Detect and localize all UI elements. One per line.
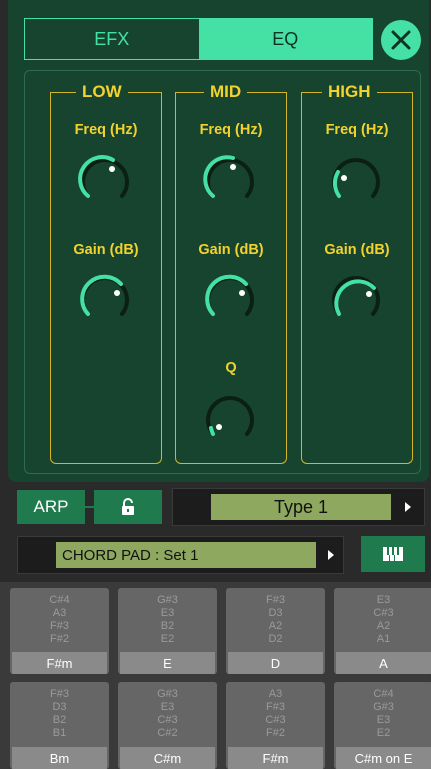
type-value: Type 1 [211,494,391,520]
pad-chord-label: D [228,652,323,674]
high-gain-label: Gain (dB) [324,242,390,258]
low-freq-label: Freq (Hz) [74,122,138,138]
pad-notes: F#3 D3 B2 B1 [50,688,69,739]
chord-pad-grid: C#4 A3 F#3 F#2 F#m G#3 E3 B2 E2 E F#3 D3 A2 D2 D … [0,582,431,769]
chord-set-value: CHORD PAD : Set 1 [56,542,316,568]
chord-set-selector[interactable]: CHORD PAD : Set 1 [17,536,344,574]
keyboard-button[interactable] [361,536,425,572]
pad-notes: G#3 E3 B2 E2 [157,594,178,645]
chord-pad[interactable]: G#3 E3 B2 E2 E [118,588,217,674]
pad-chord-label: E [120,652,215,674]
close-icon [383,22,419,58]
chord-pad[interactable]: F#3 D3 A2 D2 D [226,588,325,674]
arrow-right-icon[interactable] [328,550,334,560]
lock-button[interactable] [94,490,162,524]
high-freq-label: Freq (Hz) [325,122,389,138]
tab-eq[interactable]: EQ [198,19,372,59]
pad-chord-label: Bm [12,747,107,769]
high-freq-knob[interactable] [326,150,386,210]
low-freq-knob[interactable] [75,150,135,210]
chord-pad[interactable]: E3 C#3 A2 A1 A [334,588,431,674]
mid-gain-label: Gain (dB) [198,242,264,258]
pad-chord-label: C#m on E [336,747,431,769]
lock-icon [122,498,134,515]
mid-freq-knob[interactable] [200,150,260,210]
type-selector[interactable]: Type 1 [172,488,425,526]
pad-notes: F#3 D3 A2 D2 [266,594,285,645]
pad-chord-label: F#m [228,747,323,769]
pad-notes: C#4 G#3 E3 E2 [373,688,394,739]
pad-notes: A3 F#3 C#3 F#2 [265,688,286,739]
pad-chord-label: F#m [12,652,107,674]
chord-pad[interactable]: G#3 E3 C#3 C#2 C#m [118,682,217,769]
mid-q-label: Q [225,360,237,376]
effect-tab-bar: EFX EQ [24,18,373,60]
pad-notes: E3 C#3 A2 A1 [373,594,394,645]
close-button[interactable] [381,20,421,60]
arrow-right-icon[interactable] [405,502,411,512]
band-low-title: LOW [76,82,128,102]
chord-pad[interactable]: C#4 G#3 E3 E2 C#m on E [334,682,431,769]
chord-pad[interactable]: F#3 D3 B2 B1 Bm [10,682,109,769]
band-mid-title: MID [204,82,248,102]
arp-button[interactable]: ARP [17,490,85,524]
pad-notes: C#4 A3 F#3 F#2 [49,594,70,645]
arp-connector [85,506,94,508]
pad-chord-label: C#m [120,747,215,769]
keyboard-icon [383,547,403,561]
tab-efx[interactable]: EFX [25,19,199,59]
chord-pad[interactable]: A3 F#3 C#3 F#2 F#m [226,682,325,769]
eq-panel: EFX EQ LOW Freq (Hz) Gain (dB) MID Freq … [8,0,429,482]
chord-pad[interactable]: C#4 A3 F#3 F#2 F#m [10,588,109,674]
high-gain-knob[interactable] [326,268,386,328]
low-gain-label: Gain (dB) [73,242,139,258]
mid-gain-knob[interactable] [200,268,260,328]
mid-freq-label: Freq (Hz) [199,122,263,138]
mid-q-knob[interactable] [200,388,260,448]
pad-chord-label: A [336,652,431,674]
pad-notes: G#3 E3 C#3 C#2 [157,688,178,739]
low-gain-knob[interactable] [75,268,135,328]
band-high-title: HIGH [322,82,377,102]
